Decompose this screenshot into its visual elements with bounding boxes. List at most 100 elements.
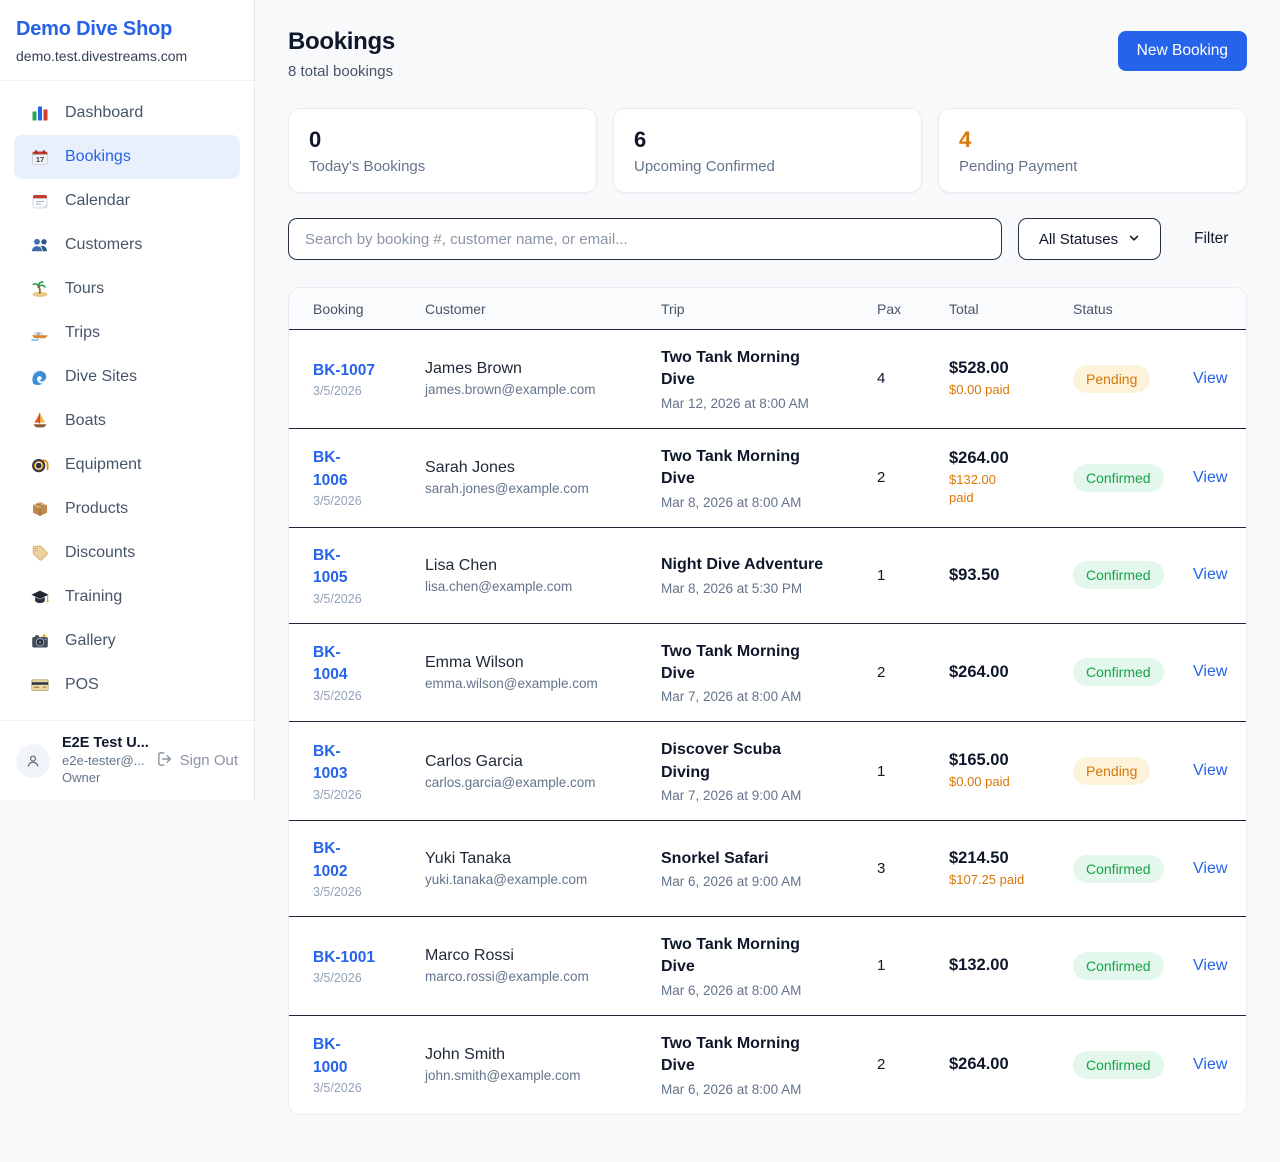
total-amount: $264.00: [949, 449, 1059, 468]
customer-email: carlos.garcia@example.com: [425, 775, 647, 790]
table-header: Booking Customer Trip Pax Total Status: [289, 288, 1246, 329]
filter-button[interactable]: Filter: [1181, 222, 1241, 256]
sidebar-item-bookings[interactable]: 17 Bookings: [14, 135, 240, 179]
new-booking-button[interactable]: New Booking: [1118, 31, 1247, 71]
status-filter-select[interactable]: All Statuses: [1018, 218, 1161, 260]
sidebar-item-discounts[interactable]: Discounts: [14, 531, 240, 575]
sidebar-item-customers[interactable]: Customers: [14, 223, 240, 267]
sidebar-item-label: POS: [65, 676, 99, 694]
sidebar-item-tours[interactable]: Tours: [14, 267, 240, 311]
customer-name: Sarah Jones: [425, 459, 647, 477]
calendar-day-icon: 17: [30, 147, 50, 167]
trip-datetime: Mar 8, 2026 at 5:30 PM: [661, 581, 863, 596]
filter-row: All Statuses Filter: [288, 218, 1247, 260]
customer-email: lisa.chen@example.com: [425, 579, 647, 594]
stat-card: 0 Today's Bookings: [288, 108, 597, 193]
trip-datetime: Mar 6, 2026 at 9:00 AM: [661, 874, 863, 889]
sign-out-button[interactable]: Sign Out: [156, 750, 238, 772]
stat-label: Today's Bookings: [309, 158, 576, 175]
sidebar-item-pos[interactable]: POS: [14, 663, 240, 707]
sidebar-item-training[interactable]: Training: [14, 575, 240, 619]
booking-id-link[interactable]: BK- 1004: [313, 642, 347, 687]
sign-out-label: Sign Out: [180, 752, 238, 769]
stats-row: 0 Today's Bookings 6 Upcoming Confirmed …: [288, 108, 1247, 193]
customer-email: john.smith@example.com: [425, 1068, 647, 1083]
trip-datetime: Mar 6, 2026 at 8:00 AM: [661, 1082, 863, 1097]
sidebar-item-label: Training: [65, 588, 122, 606]
pax-count: 2: [877, 469, 949, 486]
pax-count: 3: [877, 860, 949, 877]
total-amount: $264.00: [949, 663, 1059, 682]
view-link[interactable]: View: [1193, 370, 1227, 387]
user-role: Owner: [62, 770, 144, 787]
table-body: BK-1007 3/5/2026 James Brown james.brown…: [289, 329, 1246, 1114]
sailboat-icon: [30, 411, 50, 431]
brand: Demo Dive Shop demo.test.divestreams.com: [0, 0, 254, 81]
table-row: BK- 1003 3/5/2026 Carlos Garcia carlos.g…: [289, 721, 1246, 820]
island-icon: [30, 279, 50, 299]
column-header-total: Total: [949, 301, 1073, 317]
diving-mask-icon: [30, 455, 50, 475]
table-row: BK- 1004 3/5/2026 Emma Wilson emma.wilso…: [289, 623, 1246, 722]
total-amount: $264.00: [949, 1055, 1059, 1074]
booking-id-link[interactable]: BK- 1002: [313, 838, 347, 883]
total-amount: $93.50: [949, 566, 1059, 585]
stat-label: Upcoming Confirmed: [634, 158, 901, 175]
sidebar-item-dive-sites[interactable]: Dive Sites: [14, 355, 240, 399]
person-icon: [24, 752, 42, 770]
trip-name: Night Dive Adventure: [661, 554, 863, 576]
tag-icon: [30, 543, 50, 563]
table-row: BK-1007 3/5/2026 James Brown james.brown…: [289, 329, 1246, 428]
sidebar-item-trips[interactable]: Trips: [14, 311, 240, 355]
page-subtitle: 8 total bookings: [288, 63, 395, 80]
table-row: BK- 1000 3/5/2026 John Smith john.smith@…: [289, 1015, 1246, 1114]
stat-value: 6: [634, 128, 901, 152]
sidebar-item-equipment[interactable]: Equipment: [14, 443, 240, 487]
sidebar-item-label: Tours: [65, 280, 104, 298]
sidebar-item-products[interactable]: Products: [14, 487, 240, 531]
status-badge: Pending: [1073, 365, 1150, 393]
view-link[interactable]: View: [1193, 762, 1227, 779]
chevron-down-icon: [1128, 231, 1140, 248]
sidebar: Demo Dive Shop demo.test.divestreams.com…: [0, 0, 255, 800]
view-link[interactable]: View: [1193, 1056, 1227, 1073]
total-amount: $528.00: [949, 359, 1059, 378]
sidebar-item-boats[interactable]: Boats: [14, 399, 240, 443]
trip-name: Discover Scuba Diving: [661, 739, 863, 784]
status-badge: Confirmed: [1073, 561, 1164, 589]
trip-name: Two Tank Morning Dive: [661, 347, 863, 392]
booking-id-link[interactable]: BK-1001: [313, 947, 375, 969]
booking-id-link[interactable]: BK- 1003: [313, 741, 347, 786]
customer-name: Emma Wilson: [425, 654, 647, 672]
trip-name: Two Tank Morning Dive: [661, 641, 863, 686]
trip-datetime: Mar 7, 2026 at 8:00 AM: [661, 689, 863, 704]
booking-date: 3/5/2026: [313, 689, 411, 703]
customer-name: James Brown: [425, 360, 647, 378]
booking-id-link[interactable]: BK-1007: [313, 360, 375, 382]
booking-date: 3/5/2026: [313, 788, 411, 802]
page-header: Bookings 8 total bookings New Booking: [288, 28, 1247, 80]
paid-amount: $107.25 paid: [949, 871, 1059, 889]
view-link[interactable]: View: [1193, 566, 1227, 583]
main-content: Bookings 8 total bookings New Booking 0 …: [256, 0, 1280, 1115]
view-link[interactable]: View: [1193, 860, 1227, 877]
table-row: BK- 1006 3/5/2026 Sarah Jones sarah.jone…: [289, 428, 1246, 527]
table-row: BK-1001 3/5/2026 Marco Rossi marco.rossi…: [289, 916, 1246, 1015]
search-input[interactable]: [288, 218, 1002, 260]
view-link[interactable]: View: [1193, 469, 1227, 486]
trip-datetime: Mar 7, 2026 at 9:00 AM: [661, 788, 863, 803]
sidebar-item-gallery[interactable]: Gallery: [14, 619, 240, 663]
booking-date: 3/5/2026: [313, 494, 411, 508]
view-link[interactable]: View: [1193, 663, 1227, 680]
booking-id-link[interactable]: BK- 1006: [313, 447, 347, 492]
booking-id-link[interactable]: BK- 1005: [313, 545, 347, 590]
sidebar-item-label: Bookings: [65, 148, 131, 166]
sidebar-item-calendar[interactable]: Calendar: [14, 179, 240, 223]
paid-amount: $0.00 paid: [949, 381, 1059, 399]
booking-date: 3/5/2026: [313, 885, 411, 899]
sidebar-item-dashboard[interactable]: Dashboard: [14, 91, 240, 135]
booking-id-link[interactable]: BK- 1000: [313, 1034, 347, 1079]
trip-datetime: Mar 12, 2026 at 8:00 AM: [661, 396, 863, 411]
speedboat-icon: [30, 323, 50, 343]
view-link[interactable]: View: [1193, 957, 1227, 974]
